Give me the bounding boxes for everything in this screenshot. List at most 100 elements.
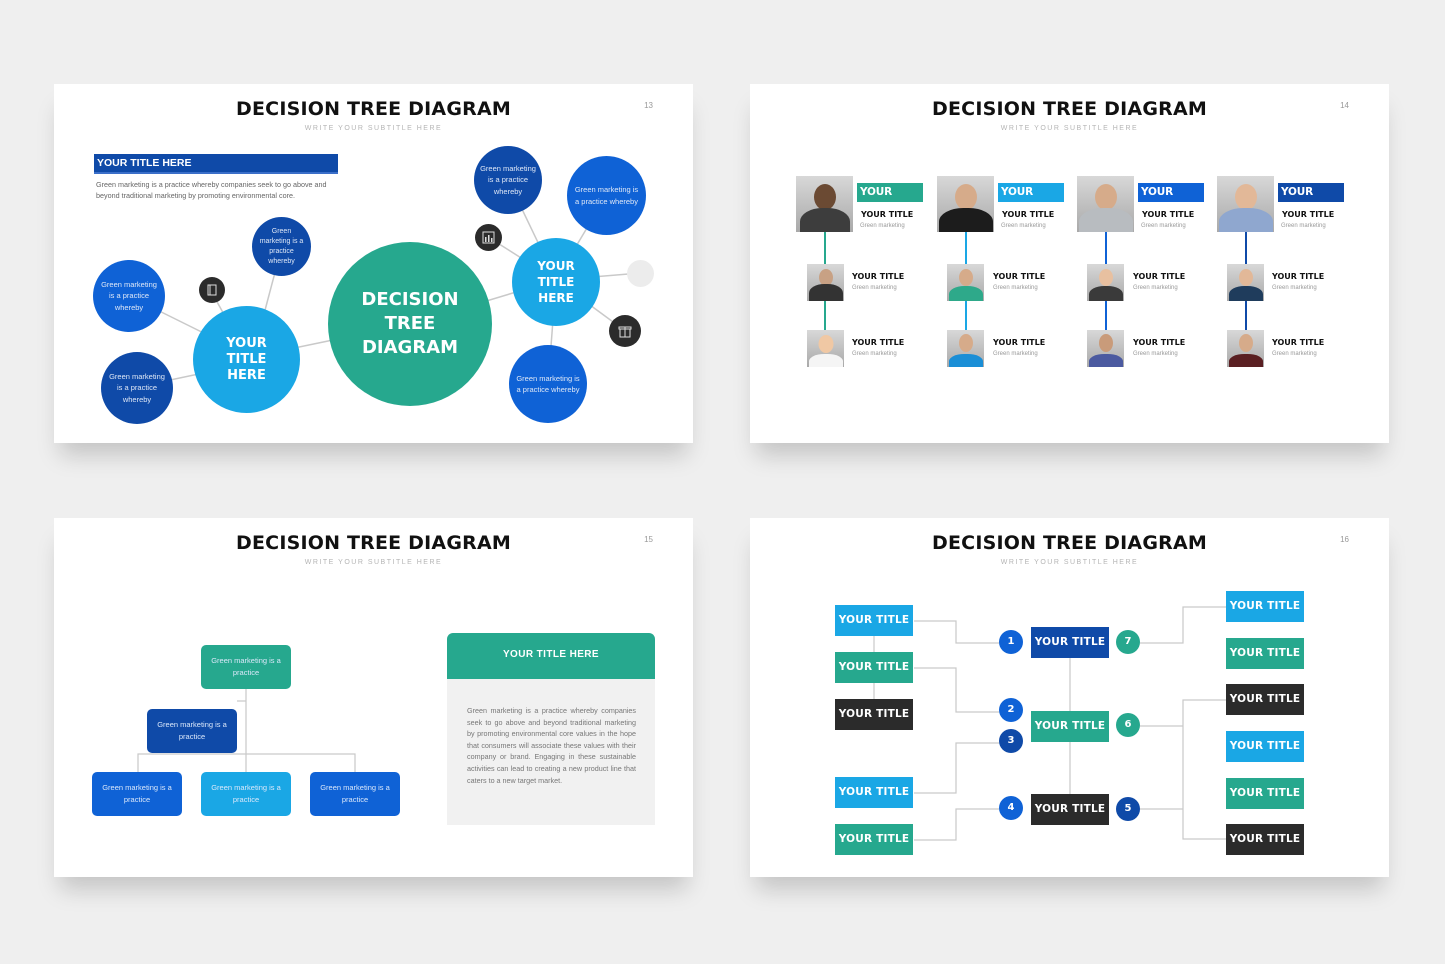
member-title: YOUR TITLE: [993, 338, 1046, 347]
column-tag: YOUR TITLE: [1278, 183, 1344, 217]
node-text: Green marketing is a practice: [157, 720, 227, 741]
left-option-box[interactable]: YOUR TITLE: [835, 777, 913, 808]
node-text: Green marketing is a practice: [211, 783, 281, 804]
step-badge-3: 3: [999, 729, 1023, 753]
hub-node-right[interactable]: YOUR TITLE HERE: [512, 238, 600, 326]
node-text: Green marketing is a practice: [102, 783, 172, 804]
member-desc: Green marketing: [993, 351, 1038, 357]
column-tag: YOUR TITLE: [857, 183, 923, 217]
slide-title: DECISION TREE DIAGRAM: [932, 98, 1207, 120]
leaf-node[interactable]: Green marketing is a practice whereby: [567, 156, 646, 235]
info-card-title: YOUR TITLE HERE: [447, 633, 655, 679]
leaf-node[interactable]: Green marketing is a practice whereby: [509, 345, 587, 423]
left-option-box[interactable]: YOUR TITLE: [835, 699, 913, 730]
leader-title: YOUR TITLE: [1282, 210, 1335, 219]
center-decision-box[interactable]: YOUR TITLE: [1031, 711, 1109, 742]
member-title: YOUR TITLE: [1133, 338, 1186, 347]
placeholder-icon: [627, 260, 654, 287]
leaf-node[interactable]: Green marketing is a practice whereby: [252, 217, 311, 276]
photo-member: [1087, 264, 1124, 301]
center-node[interactable]: DECISION TREE DIAGRAM: [328, 242, 492, 406]
leaf-text: Green marketing is a practice whereby: [101, 279, 157, 312]
leaf-text: Green marketing is a practice whereby: [480, 163, 536, 196]
step-badge-2: 2: [999, 698, 1023, 722]
photo-member: [1087, 330, 1124, 367]
photo-leader: [1217, 176, 1274, 232]
member-title: YOUR TITLE: [1272, 338, 1325, 347]
right-outcome-box[interactable]: YOUR TITLE: [1226, 824, 1304, 855]
photo-leader: [796, 176, 853, 232]
leader-title: YOUR TITLE: [1142, 210, 1195, 219]
member-title: YOUR TITLE: [852, 272, 905, 281]
slide-13[interactable]: DECISION TREE DIAGRAM WRITE YOUR SUBTITL…: [54, 84, 693, 443]
right-outcome-box[interactable]: YOUR TITLE: [1226, 684, 1304, 715]
hub-node-left[interactable]: YOUR TITLE HERE: [193, 306, 300, 413]
left-option-box[interactable]: YOUR TITLE: [835, 652, 913, 683]
step-badge-7: 7: [1116, 630, 1140, 654]
member-desc: Green marketing: [1272, 285, 1317, 291]
tree-node[interactable]: Green marketing is a practice: [201, 772, 291, 816]
tree-node[interactable]: Green marketing is a practice: [92, 772, 182, 816]
leader-desc: Green marketing: [1281, 223, 1326, 229]
left-option-box[interactable]: YOUR TITLE: [835, 824, 913, 855]
right-outcome-box[interactable]: YOUR TITLE: [1226, 638, 1304, 669]
right-outcome-box[interactable]: YOUR TITLE: [1226, 731, 1304, 762]
photo-member: [1227, 330, 1264, 367]
leader-desc: Green marketing: [860, 223, 905, 229]
gift-box-icon: [609, 315, 641, 347]
slide-subtitle: WRITE YOUR SUBTITLE HERE: [1000, 125, 1139, 132]
tree-node[interactable]: Green marketing is a practice: [147, 709, 237, 753]
member-title: YOUR TITLE: [1272, 272, 1325, 281]
member-title: YOUR TITLE: [993, 272, 1046, 281]
book-icon: [199, 277, 225, 303]
member-title: YOUR TITLE: [1133, 272, 1186, 281]
step-badge-1: 1: [999, 630, 1023, 654]
leader-title: YOUR TITLE: [1002, 210, 1055, 219]
slide-15[interactable]: DECISION TREE DIAGRAM WRITE YOUR SUBTITL…: [54, 518, 693, 877]
member-desc: Green marketing: [852, 351, 897, 357]
photo-leader: [1077, 176, 1134, 232]
info-card: Green marketing is a practice whereby co…: [447, 679, 655, 825]
node-text: Green marketing is a practice: [211, 656, 281, 677]
hub-label: YOUR TITLE HERE: [226, 335, 267, 383]
tree-node-root[interactable]: Green marketing is a practice: [201, 645, 291, 689]
leader-title: YOUR TITLE: [861, 210, 914, 219]
tree-node[interactable]: Green marketing is a practice: [310, 772, 400, 816]
column-tag: YOUR TITLE: [1138, 183, 1204, 217]
leaf-node[interactable]: Green marketing is a practice whereby: [93, 260, 165, 332]
photo-member: [947, 330, 984, 367]
leader-desc: Green marketing: [1141, 223, 1186, 229]
step-badge-6: 6: [1116, 713, 1140, 737]
member-title: YOUR TITLE: [852, 338, 905, 347]
photo-leader: [937, 176, 994, 232]
slide-16[interactable]: DECISION TREE DIAGRAM WRITE YOUR SUBTITL…: [750, 518, 1389, 877]
chart-report-icon: [475, 224, 502, 251]
leaf-node[interactable]: Green marketing is a practice whereby: [474, 146, 542, 214]
center-decision-box[interactable]: YOUR TITLE: [1031, 794, 1109, 825]
right-outcome-box[interactable]: YOUR TITLE: [1226, 778, 1304, 809]
leaf-text: Green marketing is a practice whereby: [574, 185, 639, 206]
member-desc: Green marketing: [993, 285, 1038, 291]
leaf-text: Green marketing is a practice whereby: [259, 227, 304, 265]
leaf-text: Green marketing is a practice whereby: [516, 373, 580, 395]
center-label: DECISION TREE DIAGRAM: [361, 289, 459, 358]
center-decision-box[interactable]: YOUR TITLE: [1031, 627, 1109, 658]
photo-member: [807, 264, 844, 301]
node-text: Green marketing is a practice: [320, 783, 390, 804]
member-desc: Green marketing: [1133, 285, 1178, 291]
step-badge-4: 4: [999, 796, 1023, 820]
slide-number: 14: [1340, 101, 1349, 110]
step-badge-5: 5: [1116, 797, 1140, 821]
photo-member: [1227, 264, 1264, 301]
slide-14[interactable]: DECISION TREE DIAGRAM WRITE YOUR SUBTITL…: [750, 84, 1389, 443]
right-outcome-box[interactable]: YOUR TITLE: [1226, 591, 1304, 622]
leaf-node[interactable]: Green marketing is a practice whereby: [101, 352, 173, 424]
hub-label: YOUR TITLE HERE: [537, 259, 575, 305]
column-tag: YOUR TITLE: [998, 183, 1064, 217]
left-option-box[interactable]: YOUR TITLE: [835, 605, 913, 636]
info-card-text: Green marketing is a practice whereby co…: [467, 706, 636, 785]
leaf-text: Green marketing is a practice whereby: [109, 371, 165, 404]
member-desc: Green marketing: [852, 285, 897, 291]
member-desc: Green marketing: [1272, 351, 1317, 357]
photo-member: [807, 330, 844, 367]
